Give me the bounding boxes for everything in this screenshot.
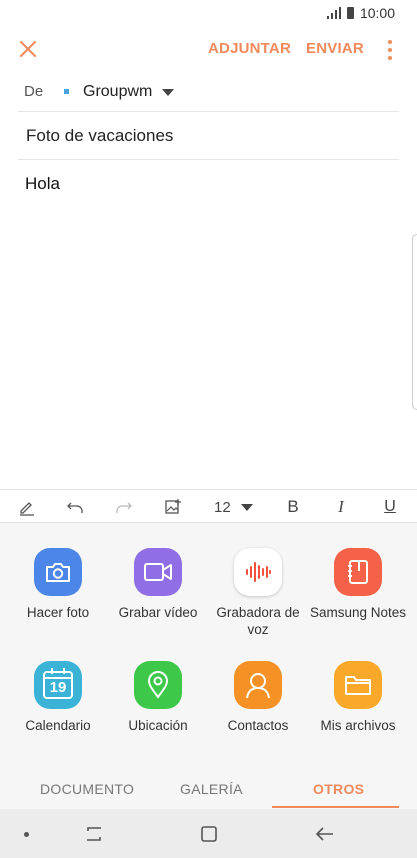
notes-icon (334, 548, 382, 596)
status-time: 10:00 (359, 5, 395, 21)
from-row: De Groupwm (18, 72, 399, 112)
contacts-option[interactable]: Contactos (208, 661, 308, 734)
italic-button[interactable]: I (334, 496, 348, 518)
app-label: Samsung Notes (309, 605, 407, 620)
tab-other[interactable]: OTROS (313, 781, 364, 797)
redo-icon[interactable] (113, 496, 135, 518)
from-label: De (24, 83, 44, 100)
video-camera-icon (134, 548, 182, 596)
bold-button[interactable]: B (284, 496, 302, 518)
format-toolbar: 12 B I U (0, 489, 417, 523)
voice-recorder-icon (234, 548, 282, 596)
underline-button[interactable]: U (382, 496, 398, 518)
voice-recorder-option[interactable]: Grabadora de voz (208, 548, 308, 638)
from-account[interactable]: Groupwm (83, 83, 152, 101)
compose-header: ADJUNTAR ENVIAR (0, 26, 417, 72)
tab-gallery[interactable]: GALERÍA (180, 781, 243, 797)
scroll-handle[interactable] (412, 234, 417, 410)
my-files-option[interactable]: Mis archivos (308, 661, 408, 734)
app-label: Hacer foto (26, 605, 90, 620)
home-icon[interactable] (198, 823, 220, 845)
calendar-option[interactable]: 19 Calendario (8, 661, 108, 734)
account-dot-icon (64, 89, 69, 94)
active-tab-indicator (272, 806, 399, 808)
attach-button[interactable]: ADJUNTAR (208, 40, 291, 57)
message-body[interactable]: Hola (25, 174, 60, 194)
tab-document[interactable]: DOCUMENTO (40, 781, 134, 797)
attach-tabs: DOCUMENTO GALERÍA OTROS (0, 767, 417, 809)
insert-image-icon[interactable] (162, 496, 184, 518)
folder-icon (334, 661, 382, 709)
app-label: Contactos (227, 718, 289, 733)
app-label: Mis archivos (320, 718, 396, 733)
location-option[interactable]: Ubicación (108, 661, 208, 734)
calendar-icon: 19 (34, 661, 82, 709)
chevron-down-icon[interactable] (162, 89, 175, 96)
recent-apps-icon[interactable] (83, 823, 105, 845)
contacts-icon (234, 661, 282, 709)
undo-icon[interactable] (64, 496, 86, 518)
app-label: Grabadora de voz (216, 605, 300, 637)
record-video-option[interactable]: Grabar vídeo (108, 548, 208, 621)
back-icon[interactable] (314, 823, 336, 845)
navigation-bar (0, 809, 417, 858)
close-icon[interactable] (16, 37, 40, 61)
status-bar: 10:00 (0, 0, 417, 26)
signal-icon (326, 7, 341, 19)
calendar-day: 19 (49, 678, 67, 696)
app-label: Ubicación (128, 718, 188, 733)
subject-field[interactable]: Foto de vacaciones (18, 112, 399, 160)
chevron-down-icon (240, 503, 253, 511)
send-button[interactable]: ENVIAR (306, 40, 364, 57)
app-label: Calendario (25, 718, 91, 733)
app-label: Grabar vídeo (118, 605, 198, 620)
location-icon (134, 661, 182, 709)
font-size-select[interactable]: 12 (214, 496, 253, 518)
pen-icon[interactable] (16, 496, 38, 518)
more-vertical-icon[interactable] (387, 40, 393, 60)
take-photo-option[interactable]: Hacer foto (8, 548, 108, 621)
subject-text: Foto de vacaciones (26, 125, 174, 145)
font-size-value: 12 (214, 498, 231, 516)
samsung-notes-option[interactable]: Samsung Notes (308, 548, 408, 621)
battery-icon (346, 7, 354, 19)
dot-icon[interactable] (15, 823, 37, 845)
camera-icon (34, 548, 82, 596)
